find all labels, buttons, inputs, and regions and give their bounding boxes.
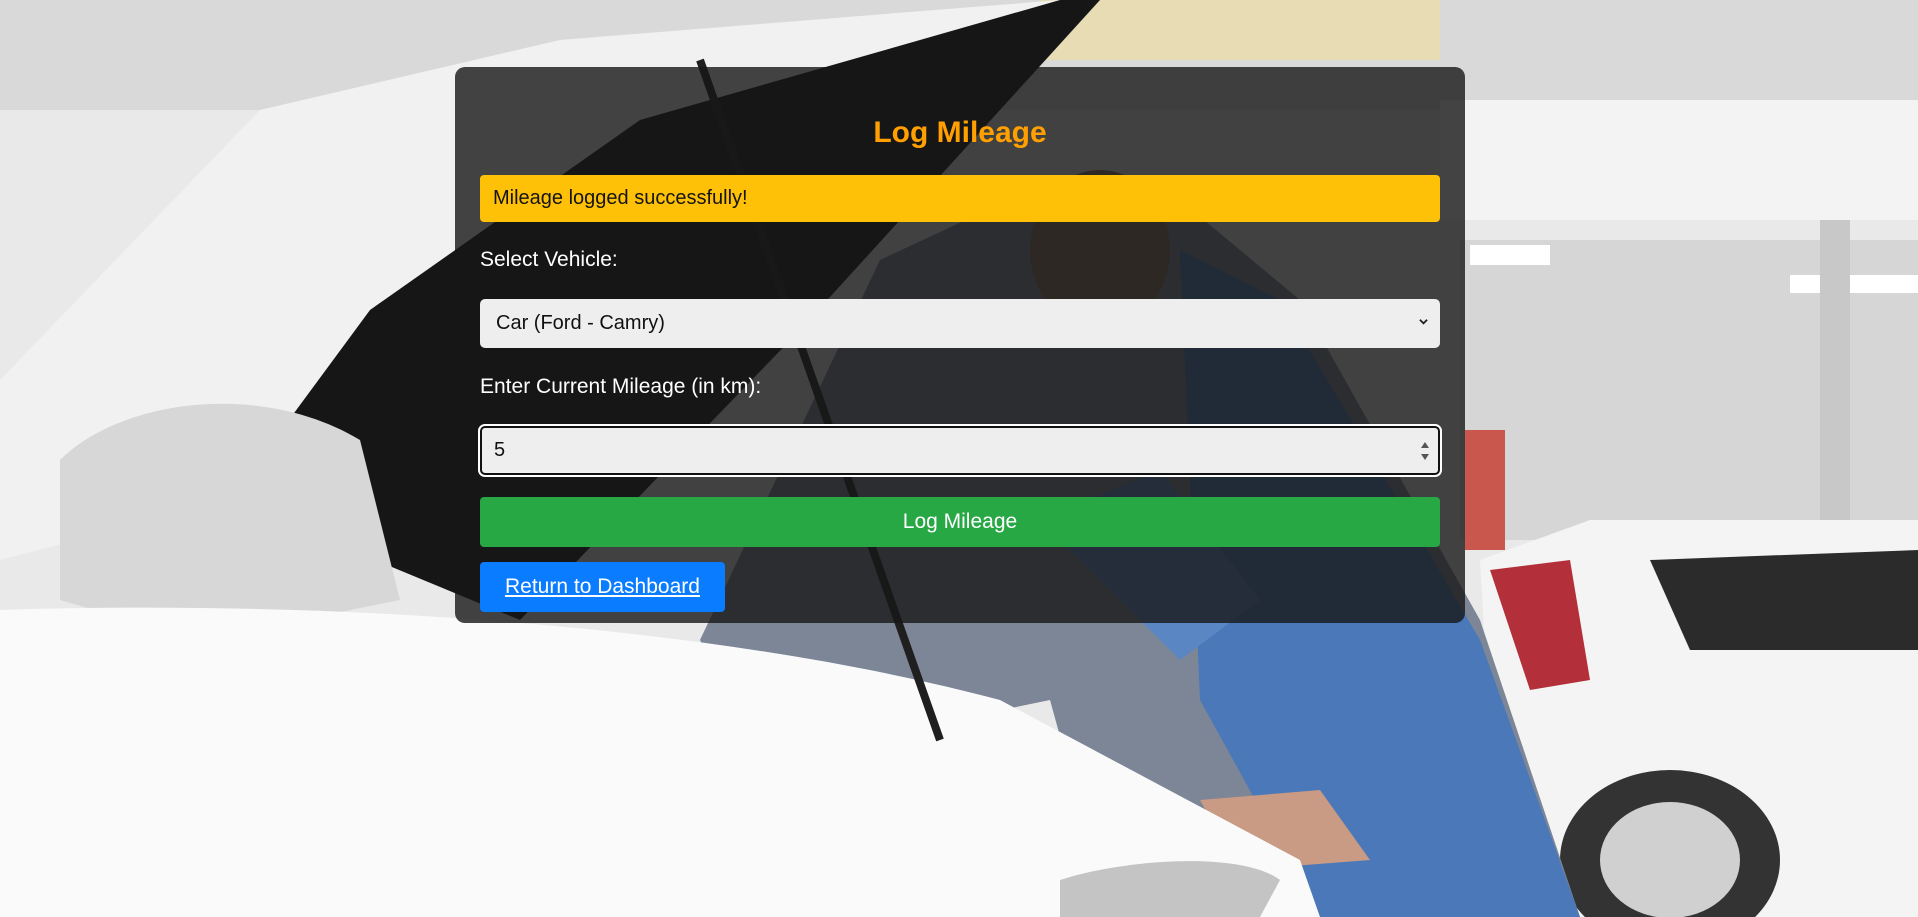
mileage-input-value: 5 — [494, 439, 506, 461]
log-mileage-panel: Log Mileage Mileage logged successfully!… — [455, 67, 1465, 623]
log-mileage-button[interactable]: Log Mileage — [480, 497, 1440, 547]
page: Log Mileage Mileage logged successfully!… — [0, 0, 1918, 917]
vehicle-select[interactable]: Car (Ford - Camry) — [480, 299, 1440, 348]
success-alert: Mileage logged successfully! — [480, 175, 1440, 222]
chevron-down-icon — [1419, 319, 1428, 325]
vehicle-label: Select Vehicle: — [480, 248, 618, 271]
mileage-label: Enter Current Mileage (in km): — [480, 375, 762, 398]
spinner-icon[interactable] — [1418, 436, 1432, 466]
return-to-dashboard-link[interactable]: Return to Dashboard — [480, 562, 725, 612]
vehicle-select-value: Car (Ford - Camry) — [496, 312, 665, 334]
mileage-input[interactable]: 5 — [478, 424, 1442, 477]
page-title: Log Mileage — [873, 116, 1047, 149]
